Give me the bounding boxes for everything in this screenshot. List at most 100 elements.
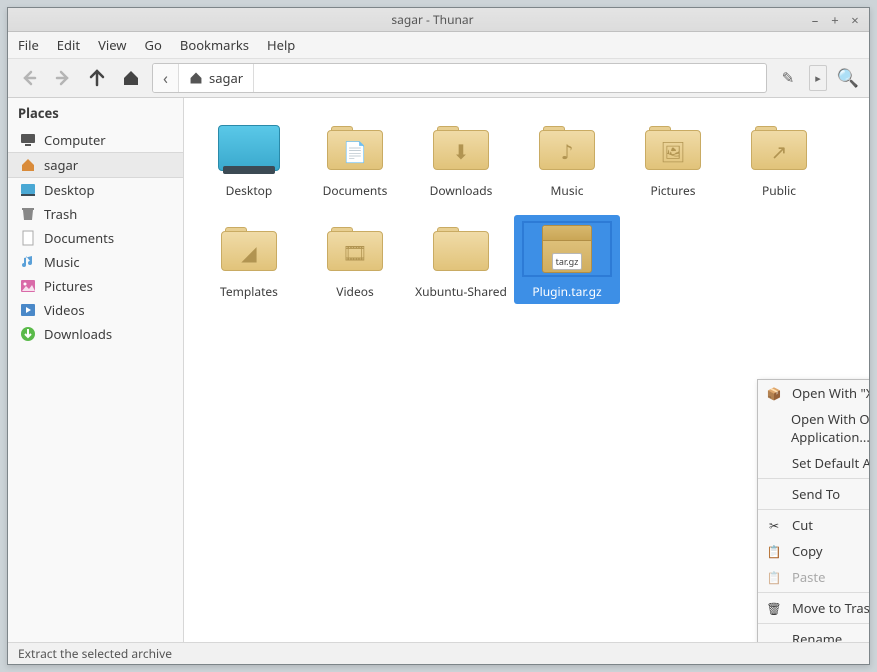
window: sagar - Thunar – + × File Edit View Go B… [7, 7, 870, 665]
copy-icon: 📋 [766, 543, 782, 559]
cm-cut[interactable]: ✂ Cut [758, 512, 869, 538]
titlebar: sagar - Thunar – + × [8, 8, 869, 32]
location-label: sagar [209, 69, 243, 87]
sidebar-item-videos[interactable]: Videos [8, 298, 183, 322]
statusbar: Extract the selected archive [8, 642, 869, 664]
up-button[interactable] [84, 65, 110, 91]
pictures-icon [20, 278, 36, 294]
file-item-plugin-tar-gz[interactable]: tar.gzPlugin.tar.gz [514, 215, 620, 304]
desktop-icon [218, 125, 280, 171]
chevron-right-icon: ▸ [815, 71, 821, 86]
cm-rename[interactable]: Rename... [758, 626, 869, 642]
cm-send-to[interactable]: Send To ▶ [758, 481, 869, 507]
file-label: Documents [323, 182, 388, 199]
forward-button[interactable] [50, 65, 76, 91]
folder-icon: ◢ [221, 227, 277, 271]
sidebar-item-trash[interactable]: Trash [8, 202, 183, 226]
file-label: Xubuntu-Shared [415, 283, 507, 300]
cm-set-default[interactable]: Set Default Application... [758, 450, 869, 476]
separator [758, 592, 869, 593]
sidebar-item-label: Documents [44, 229, 114, 247]
file-label: Downloads [430, 182, 493, 199]
sidebar-item-computer[interactable]: Computer [8, 128, 183, 152]
file-label: Templates [220, 283, 278, 300]
file-label: Videos [336, 283, 373, 300]
paste-icon: 📋 [766, 569, 782, 585]
menu-view[interactable]: View [98, 36, 126, 54]
sidebar-item-label: sagar [44, 156, 78, 174]
minimize-button[interactable]: – [807, 12, 823, 28]
separator [758, 478, 869, 479]
sidebar-item-downloads[interactable]: Downloads [8, 322, 183, 346]
desktop-icon [20, 182, 36, 198]
folder-icon: ⬇ [433, 126, 489, 170]
folder-icon [433, 227, 489, 271]
videos-icon [20, 302, 36, 318]
sidebar-item-sagar[interactable]: sagar [8, 152, 183, 178]
chevron-left-icon: ‹ [163, 67, 168, 89]
music-icon [20, 254, 36, 270]
cm-paste: 📋 Paste [758, 564, 869, 590]
menu-file[interactable]: File [18, 36, 39, 54]
sidebar-item-label: Downloads [44, 325, 112, 343]
file-item-xubuntu-shared[interactable]: Xubuntu-Shared [408, 215, 514, 304]
file-item-desktop[interactable]: Desktop [196, 114, 302, 203]
cm-open-with-xarchiver[interactable]: 📦 Open With "Xarchiver" [758, 380, 869, 406]
scissors-icon: ✂ [766, 517, 782, 533]
search-button[interactable]: 🔍 [835, 65, 861, 91]
location-overflow-button[interactable]: ▸ [809, 65, 827, 91]
close-button[interactable]: × [847, 12, 863, 28]
folder-icon: 📄 [327, 126, 383, 170]
sidebar-item-label: Videos [44, 301, 85, 319]
search-icon: 🔍 [837, 66, 859, 90]
pencil-icon: ✎ [782, 68, 795, 88]
file-item-pictures[interactable]: 🖼Pictures [620, 114, 726, 203]
file-item-public[interactable]: ↗ Public [726, 114, 832, 203]
file-item-downloads[interactable]: ⬇ Downloads [408, 114, 514, 203]
back-button[interactable] [16, 65, 42, 91]
menu-help[interactable]: Help [267, 36, 295, 54]
sidebar-item-documents[interactable]: Documents [8, 226, 183, 250]
file-item-music[interactable]: ♪ Music [514, 114, 620, 203]
sidebar-item-label: Computer [44, 131, 106, 149]
file-label: Desktop [226, 182, 273, 199]
sidebar: Places Computer sagar Desktop Trash Document… [8, 98, 184, 642]
file-item-documents[interactable]: 📄 Documents [302, 114, 408, 203]
menu-bookmarks[interactable]: Bookmarks [180, 36, 249, 54]
home-icon [189, 71, 203, 85]
sidebar-item-desktop[interactable]: Desktop [8, 178, 183, 202]
cm-open-with-other[interactable]: Open With Other Application... [758, 406, 869, 450]
sidebar-item-pictures[interactable]: Pictures [8, 274, 183, 298]
separator [758, 509, 869, 510]
downloads-icon [20, 326, 36, 342]
documents-icon [20, 230, 36, 246]
context-menu: 📦 Open With "Xarchiver" Open With Other … [757, 379, 869, 642]
folder-icon: 🖼 [645, 126, 701, 170]
monitor-icon [20, 132, 36, 148]
sidebar-item-label: Pictures [44, 277, 93, 295]
folder-icon: ↗ [751, 126, 807, 170]
home-button[interactable] [118, 65, 144, 91]
sidebar-item-music[interactable]: Music [8, 250, 183, 274]
cm-copy[interactable]: 📋 Copy [758, 538, 869, 564]
menu-go[interactable]: Go [145, 36, 162, 54]
home-icon [20, 157, 36, 173]
file-label: Public [762, 182, 796, 199]
file-view[interactable]: Desktop 📄 Documents ⬇ Downloads ♪ Music 🖼Pictur… [184, 98, 869, 642]
file-item-templates[interactable]: ◢ Templates [196, 215, 302, 304]
file-item-videos[interactable]: 🎞Videos [302, 215, 408, 304]
location-bar[interactable]: ‹ sagar [152, 63, 767, 93]
sidebar-header: Places [8, 98, 183, 128]
location-back-segment[interactable]: ‹ [153, 64, 179, 92]
folder-icon: ♪ [539, 126, 595, 170]
file-label: Music [551, 182, 584, 199]
cm-move-to-trash[interactable]: 🗑 Move to Trash [758, 595, 869, 621]
sidebar-item-label: Music [44, 253, 80, 271]
menu-edit[interactable]: Edit [57, 36, 80, 54]
archive-icon: tar.gz [542, 225, 592, 273]
sidebar-item-label: Trash [44, 205, 77, 223]
location-current-segment[interactable]: sagar [179, 64, 254, 92]
maximize-button[interactable]: + [827, 12, 843, 28]
status-text: Extract the selected archive [18, 645, 172, 662]
edit-path-button[interactable]: ✎ [775, 65, 801, 91]
